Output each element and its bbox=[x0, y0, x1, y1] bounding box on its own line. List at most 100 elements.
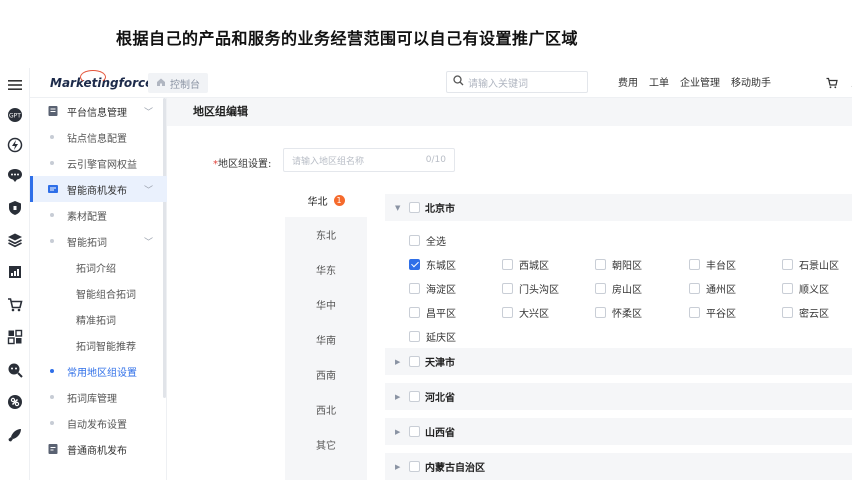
tab-other[interactable]: 其它 bbox=[285, 427, 367, 461]
speech-bubble-icon[interactable] bbox=[6, 166, 24, 184]
province-row-inner-mongolia[interactable]: ▶ 内蒙古自治区 bbox=[385, 453, 852, 480]
tab-northwest[interactable]: 西北 bbox=[285, 392, 367, 426]
search-input[interactable]: 请输入关键词 bbox=[446, 71, 588, 93]
menu-smart-keywords[interactable]: 智能拓词 ﹀ bbox=[30, 228, 167, 254]
nav-enterprise[interactable]: 企业管理 bbox=[680, 74, 720, 89]
robot-search-icon[interactable] bbox=[6, 361, 24, 379]
district-option[interactable]: 怀柔区 bbox=[595, 305, 642, 320]
district-option[interactable]: 丰台区 bbox=[689, 257, 736, 272]
tab-label: 西北 bbox=[316, 405, 336, 417]
district-checkbox[interactable] bbox=[782, 283, 793, 294]
caret-right-icon[interactable]: ▶ bbox=[395, 463, 400, 471]
link-icon[interactable] bbox=[6, 393, 24, 411]
bullet-dot bbox=[50, 395, 54, 399]
district-checkbox[interactable] bbox=[782, 307, 793, 318]
menu-diamond-config[interactable]: 钻点信息配置 bbox=[30, 124, 167, 150]
menu-normal-opportunity[interactable]: 普通商机发布 bbox=[30, 436, 167, 462]
district-option[interactable]: 昌平区 bbox=[409, 305, 456, 320]
lightning-icon[interactable] bbox=[6, 136, 24, 154]
province-checkbox[interactable] bbox=[409, 202, 420, 213]
province-checkbox[interactable] bbox=[409, 356, 420, 367]
nav-tickets[interactable]: 工单 bbox=[649, 74, 669, 89]
shield-icon[interactable] bbox=[6, 199, 24, 217]
district-checkbox[interactable] bbox=[502, 307, 513, 318]
tab-label: 其它 bbox=[316, 440, 336, 452]
menu-keyword-library[interactable]: 拓词库管理 bbox=[30, 384, 167, 410]
tab-southwest[interactable]: 西南 bbox=[285, 357, 367, 391]
brand-logo[interactable]: Marketingforce bbox=[50, 70, 153, 94]
dashboard-breadcrumb[interactable]: 控制台 bbox=[148, 73, 208, 93]
district-checkbox[interactable] bbox=[409, 283, 420, 294]
menu-keyword-recommend[interactable]: 拓词智能推荐 bbox=[30, 332, 167, 358]
district-checkbox[interactable] bbox=[502, 259, 513, 270]
district-option[interactable]: 房山区 bbox=[595, 281, 642, 296]
tab-label: 华中 bbox=[316, 300, 336, 312]
nav-mobile-assistant[interactable]: 移动助手 bbox=[731, 74, 771, 89]
cart-icon[interactable] bbox=[826, 74, 838, 93]
caret-down-icon[interactable]: ▼ bbox=[395, 204, 400, 212]
nav-fees[interactable]: 费用 bbox=[618, 74, 638, 89]
district-option[interactable]: 平谷区 bbox=[689, 305, 736, 320]
rocket-icon[interactable] bbox=[6, 426, 24, 444]
district-checkbox[interactable] bbox=[782, 259, 793, 270]
district-option[interactable]: 海淀区 bbox=[409, 281, 456, 296]
district-checkbox[interactable] bbox=[595, 283, 606, 294]
province-row-shanxi[interactable]: ▶ 山西省 bbox=[385, 418, 852, 445]
district-option[interactable]: 通州区 bbox=[689, 281, 736, 296]
menu-material-config[interactable]: 素材配置 bbox=[30, 202, 167, 228]
tab-central-china[interactable]: 华中 bbox=[285, 287, 367, 321]
district-option[interactable]: 大兴区 bbox=[502, 305, 549, 320]
menu-precise-keywords[interactable]: 精准拓词 bbox=[30, 306, 167, 332]
district-option[interactable]: 延庆区 bbox=[409, 329, 456, 344]
district-label: 密云区 bbox=[799, 309, 829, 320]
district-checkbox[interactable] bbox=[409, 259, 420, 270]
province-row-hebei[interactable]: ▶ 河北省 bbox=[385, 383, 852, 410]
district-option[interactable]: 顺义区 bbox=[782, 281, 829, 296]
district-checkbox[interactable] bbox=[689, 307, 700, 318]
district-checkbox[interactable] bbox=[689, 283, 700, 294]
caret-right-icon[interactable]: ▶ bbox=[395, 393, 400, 401]
menu-platform-info[interactable]: 平台信息管理 ﹀ bbox=[30, 98, 167, 124]
province-checkbox[interactable] bbox=[409, 391, 420, 402]
select-all-option[interactable]: 全选 bbox=[409, 233, 446, 248]
menu-label: 普通商机发布 bbox=[67, 445, 127, 457]
layers-icon[interactable] bbox=[6, 231, 24, 249]
select-all-checkbox[interactable] bbox=[409, 235, 420, 246]
menu-cloud-engine[interactable]: 云引擎官网权益 bbox=[30, 150, 167, 176]
menu-combo-keywords[interactable]: 智能组合拓词 bbox=[30, 280, 167, 306]
district-option[interactable]: 门头沟区 bbox=[502, 281, 559, 296]
app-window: GPT Marketingforce 控制台 请输入关键词 费用 工单 企业管理… bbox=[0, 68, 852, 480]
building-icon[interactable] bbox=[6, 263, 24, 281]
province-checkbox[interactable] bbox=[409, 426, 420, 437]
district-checkbox[interactable] bbox=[409, 331, 420, 342]
tab-northeast[interactable]: 东北 bbox=[285, 217, 367, 251]
caret-right-icon[interactable]: ▶ bbox=[395, 358, 400, 366]
hamburger-menu-icon[interactable] bbox=[6, 76, 24, 94]
district-checkbox[interactable] bbox=[689, 259, 700, 270]
caret-right-icon[interactable]: ▶ bbox=[395, 428, 400, 436]
province-checkbox[interactable] bbox=[409, 461, 420, 472]
province-row-tianjin[interactable]: ▶ 天津市 bbox=[385, 348, 852, 375]
menu-auto-publish[interactable]: 自动发布设置 bbox=[30, 410, 167, 436]
province-row-beijing[interactable]: ▼ 北京市 bbox=[385, 194, 852, 221]
region-group-name-input[interactable]: 请输入地区组名称 0/10 bbox=[283, 148, 455, 172]
tab-east-china[interactable]: 华东 bbox=[285, 252, 367, 286]
menu-region-groups[interactable]: 常用地区组设置 bbox=[30, 358, 167, 384]
district-checkbox[interactable] bbox=[502, 283, 513, 294]
district-option[interactable]: 石景山区 bbox=[782, 257, 839, 272]
menu-smart-opportunity[interactable]: 智能商机发布 ﹀ bbox=[30, 176, 167, 202]
district-option[interactable]: 密云区 bbox=[782, 305, 829, 320]
menu-keyword-intro[interactable]: 拓词介绍 bbox=[30, 254, 167, 280]
district-checkbox[interactable] bbox=[595, 259, 606, 270]
shopping-cart-icon[interactable] bbox=[6, 296, 24, 314]
district-checkbox[interactable] bbox=[595, 307, 606, 318]
chat-gpt-icon[interactable]: GPT bbox=[6, 106, 24, 124]
tab-south-china[interactable]: 华南 bbox=[285, 322, 367, 356]
district-option[interactable]: 西城区 bbox=[502, 257, 549, 272]
tab-north-china[interactable]: 华北 1 bbox=[285, 183, 367, 217]
chevron-down-icon: ﹀ bbox=[143, 185, 153, 196]
district-checkbox[interactable] bbox=[409, 307, 420, 318]
district-option[interactable]: 东城区 bbox=[409, 257, 456, 272]
district-option[interactable]: 朝阳区 bbox=[595, 257, 642, 272]
grid-tools-icon[interactable] bbox=[6, 328, 24, 346]
